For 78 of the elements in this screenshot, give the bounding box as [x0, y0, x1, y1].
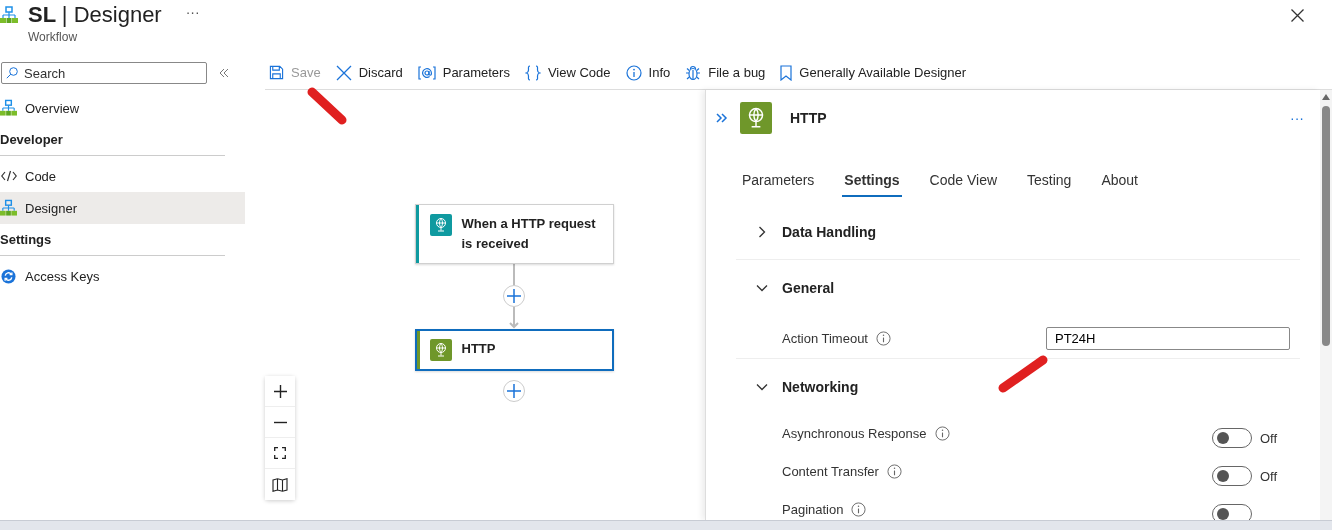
panel-title: HTTP: [790, 110, 828, 126]
sidebar-item[interactable]: Code: [0, 160, 245, 192]
add-step-button[interactable]: [503, 285, 525, 307]
scrollbar[interactable]: [1320, 90, 1332, 520]
info-icon: [625, 64, 642, 81]
globe-icon: [429, 214, 452, 236]
toolbar-button[interactable]: Info: [625, 64, 671, 81]
map-icon: [272, 477, 288, 492]
sidebar-item[interactable]: Access Keys: [0, 260, 245, 292]
tab[interactable]: Code View: [927, 168, 1000, 197]
info-icon[interactable]: [876, 331, 891, 346]
tab[interactable]: Parameters: [740, 168, 817, 197]
add-step-button[interactable]: [503, 380, 525, 402]
globe-icon: [429, 339, 452, 361]
annotation-mark: [997, 354, 1049, 394]
toggle-state: Off: [1260, 468, 1279, 484]
workflow-icon: [0, 6, 18, 24]
toggle-switch[interactable]: [1212, 504, 1252, 520]
toolbar-button[interactable]: Discard: [335, 64, 403, 81]
info-icon[interactable]: [851, 501, 867, 517]
field-label: Action Timeout: [782, 331, 868, 346]
braces-icon: [524, 64, 541, 81]
globe-icon: [740, 102, 772, 134]
horizontal-scrollbar[interactable]: [0, 520, 1332, 530]
tab[interactable]: Testing: [1025, 168, 1074, 197]
toolbar-button[interactable]: View Code: [524, 64, 611, 81]
close-icon: [335, 64, 352, 81]
connector-arrow: [508, 307, 520, 329]
save-icon: [269, 65, 284, 80]
plus-icon: [507, 384, 521, 398]
fit-view-button[interactable]: [265, 438, 295, 469]
zoom-in-button[interactable]: [265, 376, 295, 407]
page-subtitle: Workflow: [28, 30, 79, 44]
tab[interactable]: Settings: [842, 168, 902, 197]
info-icon[interactable]: [934, 425, 950, 441]
field-label: Pagination: [782, 501, 844, 517]
search-input[interactable]: Search: [24, 65, 194, 81]
toolbar-button[interactable]: Parameters: [417, 65, 510, 80]
workflow-icon: [0, 199, 17, 217]
close-icon[interactable]: [1291, 9, 1304, 22]
workflow-icon: [0, 99, 17, 117]
bug-icon: [685, 64, 702, 81]
search-icon: [6, 67, 18, 79]
section-header[interactable]: General: [736, 260, 841, 315]
more-button[interactable]: ···: [185, 4, 200, 20]
chevron-icon: [756, 226, 768, 238]
collapse-icon[interactable]: [219, 68, 229, 78]
input-field[interactable]: PT24H: [1046, 327, 1290, 350]
toggle-switch[interactable]: [1212, 466, 1252, 486]
fit-view-icon: [274, 447, 286, 459]
info-icon[interactable]: [886, 463, 902, 479]
field-label: Asynchronous Response: [782, 425, 927, 441]
toolbar-button[interactable]: Generally Available Designer: [780, 64, 967, 81]
sidebar-item[interactable]: Designer: [0, 192, 245, 224]
tab[interactable]: About: [1099, 168, 1140, 197]
bookmark-icon: [780, 64, 793, 81]
collapse-panel-icon[interactable]: [716, 113, 728, 123]
annotation-mark: [306, 86, 348, 126]
workflow-node[interactable]: When a HTTP request is received: [414, 204, 614, 264]
plus-icon: [273, 384, 287, 398]
page-title: SL | Designer: [28, 2, 162, 28]
minimap-button[interactable]: [265, 469, 295, 500]
field-label: Content Transfer: [782, 463, 879, 479]
toolbar-button[interactable]: File a bug: [685, 64, 766, 81]
toggle-state: Off: [1260, 430, 1279, 446]
section-header[interactable]: Data Handling: [736, 205, 883, 259]
section-header[interactable]: Networking: [736, 359, 865, 414]
workflow-node[interactable]: HTTP: [414, 329, 614, 371]
at-sign-icon: [417, 65, 436, 80]
section-heading: Developer: [0, 124, 225, 156]
toggle-switch[interactable]: [1212, 428, 1252, 448]
scroll-up-icon[interactable]: [1322, 94, 1330, 100]
more-button[interactable]: ···: [1290, 110, 1304, 126]
section-heading: Settings: [0, 224, 225, 256]
code-icon: [0, 170, 17, 182]
plus-icon: [507, 289, 521, 303]
search-field[interactable]: Search: [1, 62, 207, 84]
sidebar-item[interactable]: Overview: [0, 92, 245, 124]
